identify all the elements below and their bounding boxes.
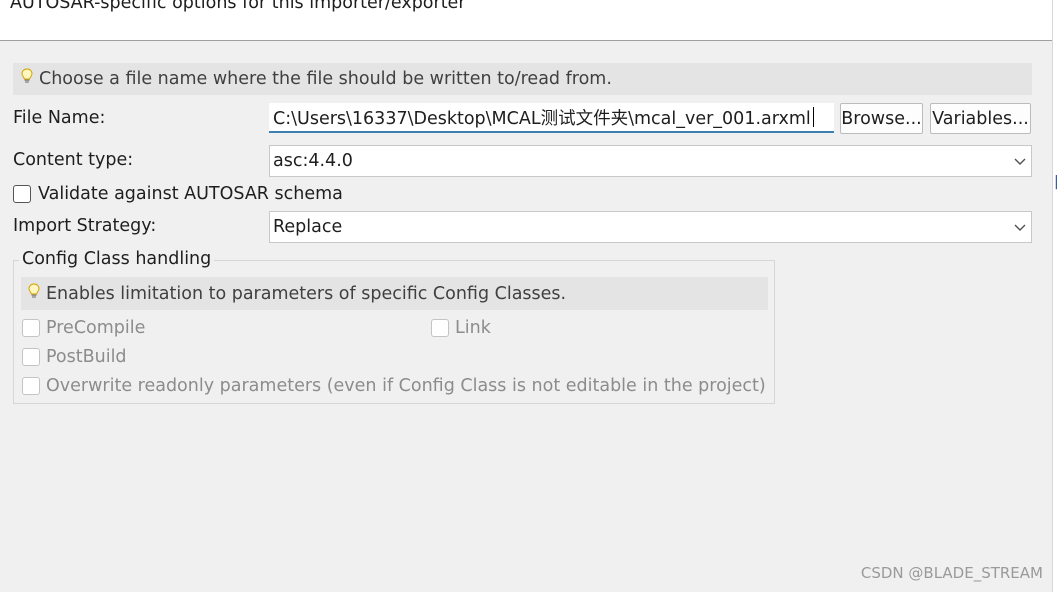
postbuild-checkbox[interactable]: [22, 348, 40, 366]
lightbulb-icon: [28, 282, 40, 299]
validate-checkbox[interactable]: [13, 185, 31, 203]
overwrite-label: Overwrite readonly parameters (even if C…: [46, 376, 766, 396]
overwrite-checkbox-row[interactable]: Overwrite readonly parameters (even if C…: [22, 376, 766, 396]
chevron-down-icon: [1014, 158, 1026, 165]
link-label: Link: [455, 318, 491, 338]
import-strategy-label: Import Strategy:: [13, 216, 157, 236]
background-window-edge: |: [1052, 0, 1057, 592]
lightbulb-icon: [21, 68, 33, 84]
import-strategy-select[interactable]: Replace: [269, 211, 1032, 243]
chevron-down-icon: [1014, 224, 1026, 231]
config-class-hint-text: Enables limitation to parameters of spec…: [46, 283, 567, 304]
dialog-header-title: AUTOSAR-specific options for this import…: [10, 0, 466, 13]
config-class-hint-bar: Enables limitation to parameters of spec…: [21, 277, 768, 310]
file-name-value: C:\Users\16337\Desktop\MCAL测试文件夹\mcal_ve…: [273, 108, 811, 129]
validate-checkbox-row[interactable]: Validate against AUTOSAR schema: [13, 184, 343, 204]
file-name-label: File Name:: [13, 108, 106, 128]
content-type-value: asc:4.4.0: [273, 151, 353, 171]
validate-label: Validate against AUTOSAR schema: [38, 184, 343, 204]
watermark: CSDN @BLADE_STREAM: [860, 564, 1043, 582]
text-caret: [812, 107, 814, 127]
file-hint-text: Choose a file name where the file should…: [39, 69, 612, 89]
import-strategy-value: Replace: [273, 217, 343, 237]
content-type-select[interactable]: asc:4.4.0: [269, 145, 1032, 177]
file-hint-bar: Choose a file name where the file should…: [13, 63, 1032, 95]
content-type-label: Content type:: [13, 150, 134, 170]
config-class-title: Config Class handling: [19, 249, 215, 269]
browse-button[interactable]: Browse...: [840, 103, 923, 134]
file-name-input[interactable]: C:\Users\16337\Desktop\MCAL测试文件夹\mcal_ve…: [269, 103, 834, 133]
postbuild-checkbox-row[interactable]: PostBuild: [22, 347, 127, 367]
dialog-header: AUTOSAR-specific options for this import…: [0, 0, 1052, 41]
link-checkbox-row[interactable]: Link: [431, 318, 491, 338]
link-checkbox[interactable]: [431, 319, 449, 337]
precompile-label: PreCompile: [46, 318, 146, 338]
overwrite-checkbox[interactable]: [22, 377, 40, 395]
precompile-checkbox-row[interactable]: PreCompile: [22, 318, 145, 338]
precompile-checkbox[interactable]: [22, 319, 40, 337]
variables-button[interactable]: Variables...: [930, 103, 1031, 134]
postbuild-label: PostBuild: [46, 347, 127, 367]
